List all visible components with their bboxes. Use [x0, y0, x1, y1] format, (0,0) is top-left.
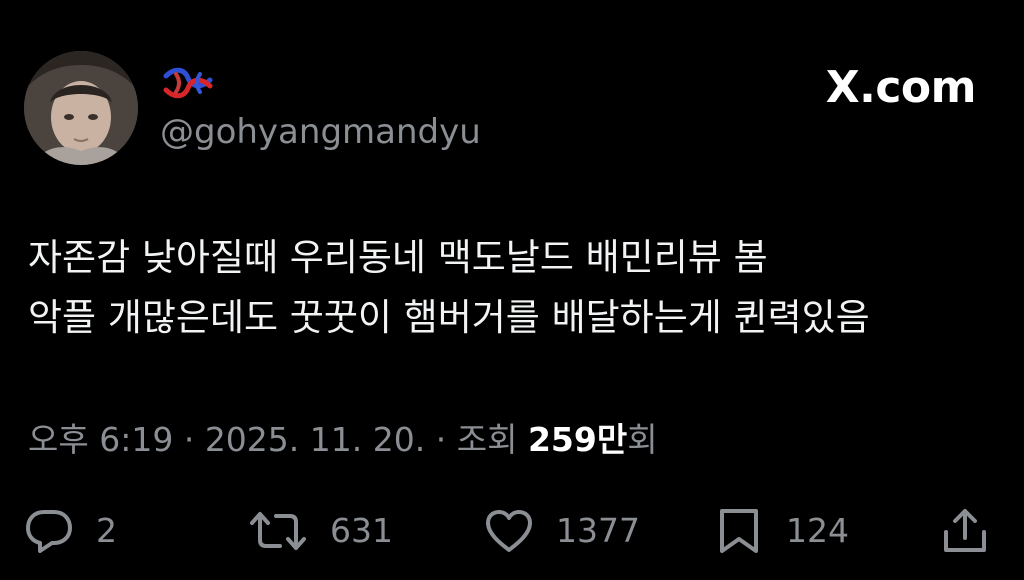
tweet-date[interactable]: 2025. 11. 20.: [205, 420, 425, 459]
tweet-text: 자존감 낮아질때 우리동네 맥도날드 배민리뷰 봄 악플 개많은데도 꿋꿋이 햄…: [28, 228, 988, 348]
tweet-line: 자존감 낮아질때 우리동네 맥도날드 배민리뷰 봄: [28, 236, 768, 279]
meta-separator: ·: [173, 420, 205, 459]
reply-count: 2: [96, 511, 117, 550]
avatar[interactable]: [24, 51, 138, 165]
repost-button[interactable]: 631: [248, 508, 393, 554]
user-handle[interactable]: @gohyangmandyu: [160, 110, 481, 154]
bookmark-button[interactable]: 124: [714, 508, 849, 554]
bookmark-count: 124: [786, 511, 849, 550]
brand-logo: X.com: [825, 62, 977, 113]
bookmark-icon: [720, 509, 758, 553]
action-bar: 2 631 1377 124: [0, 500, 1024, 564]
share-icon: [944, 509, 986, 552]
share-button[interactable]: [940, 508, 990, 554]
heart-icon: [486, 510, 532, 552]
repost-count: 631: [330, 511, 393, 550]
knot-emoji-icon: [163, 67, 213, 99]
display-name[interactable]: [162, 66, 214, 100]
tweet-time[interactable]: 오후 6:19: [28, 420, 173, 459]
profile-photo: [24, 51, 138, 165]
reply-icon: [26, 510, 72, 553]
repost-icon: [250, 512, 306, 550]
views-label: 조회: [456, 420, 528, 459]
reply-button[interactable]: 2: [24, 508, 117, 554]
tweet-line: 악플 개많은데도 꿋꿋이 햄버거를 배달하는게 퀸력있음: [28, 296, 870, 339]
meta-separator: ·: [425, 420, 457, 459]
like-button[interactable]: 1377: [484, 508, 640, 554]
views-suffix: 회: [627, 420, 658, 459]
views-count: 259만: [527, 420, 628, 459]
like-count: 1377: [556, 511, 640, 550]
tweet-meta: 오후 6:19 · 2025. 11. 20. · 조회 259만회: [28, 415, 658, 465]
